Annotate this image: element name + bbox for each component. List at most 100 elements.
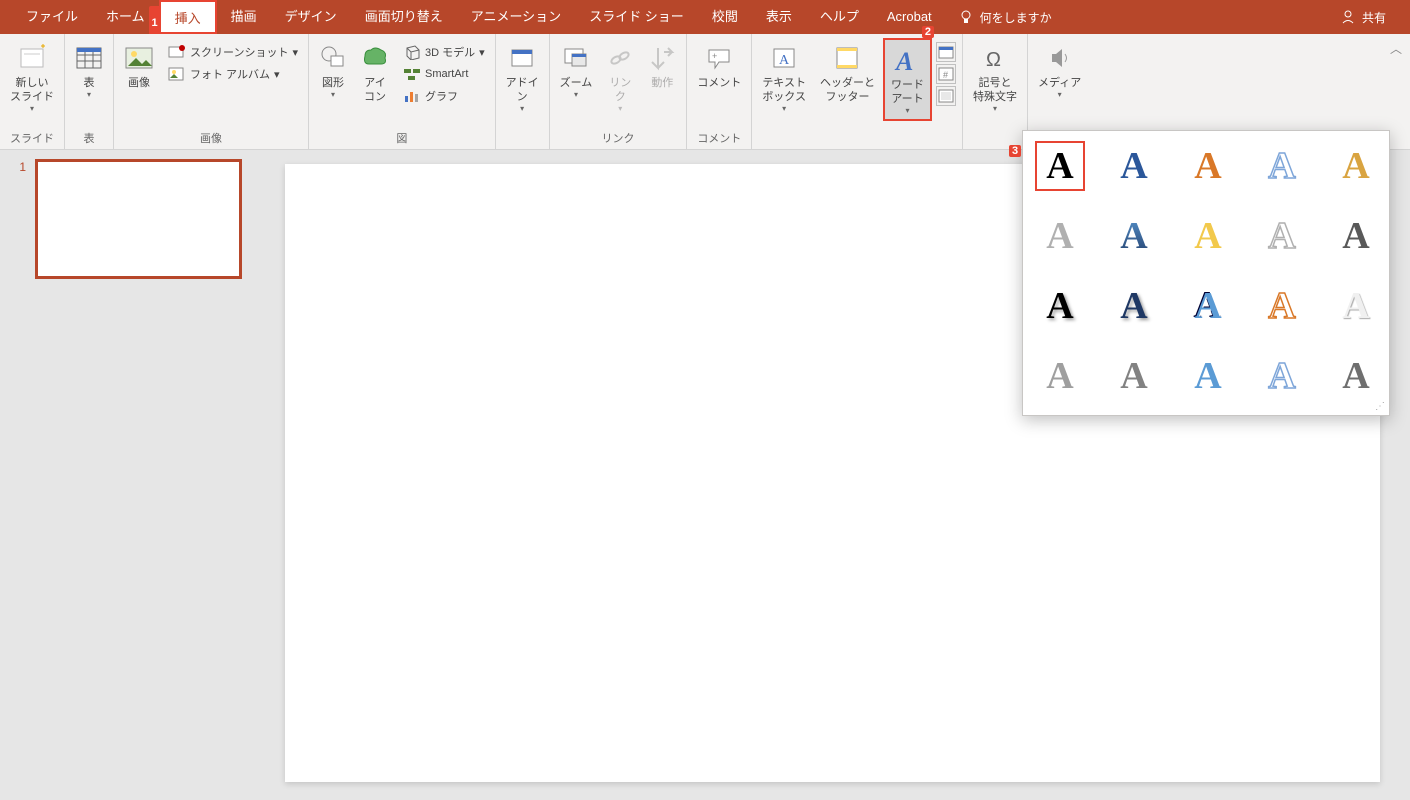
comment-label: コメント [697, 76, 741, 90]
wordart-style-2[interactable]: A [1183, 141, 1233, 191]
tab-home-label: ホーム [106, 9, 145, 24]
wordart-style-12[interactable]: A [1183, 281, 1233, 331]
action-label: 動作 [651, 76, 673, 90]
wordart-style-11[interactable]: A [1109, 281, 1159, 331]
tab-insert[interactable]: 挿入 [159, 0, 217, 34]
screenshot-icon [168, 44, 186, 60]
tab-design[interactable]: デザイン [271, 0, 351, 34]
group-addins: アドイ ン ▾ [496, 34, 550, 149]
group-links-label: リンク [601, 131, 634, 147]
group-tables-label: 表 [84, 131, 95, 147]
table-label: 表 [84, 76, 95, 90]
group-text: A テキスト ボックス ▾ ヘッダーと フッター 2 A ワード アート ▾ [752, 34, 962, 149]
3dmodel-label: 3D モデル [425, 44, 475, 60]
wordart-style-10[interactable]: A [1035, 281, 1085, 331]
group-images: 画像 スクリーンショット ▾ フォト アルバム ▾ 画像 [114, 34, 309, 149]
wordart-style-15[interactable]: A [1035, 351, 1085, 401]
collapse-ribbon-chevron-icon[interactable]: ︿ [1390, 40, 1402, 57]
wordart-style-19[interactable]: A [1331, 351, 1381, 401]
chart-button[interactable]: グラフ [399, 86, 489, 106]
wordart-style-0[interactable]: A [1035, 141, 1085, 191]
tab-view[interactable]: 表示 [752, 0, 806, 34]
group-slide-label: スライド [10, 131, 54, 147]
action-button: 動作 [642, 38, 682, 94]
slide-number-button[interactable]: # [936, 64, 956, 84]
shapes-button[interactable]: 図形 ▾ [313, 38, 353, 103]
wordart-style-6[interactable]: A [1109, 211, 1159, 261]
album-button[interactable]: フォト アルバム ▾ [164, 64, 302, 84]
svg-text:#: # [943, 70, 948, 80]
wordart-gallery: 3 AAAAAAAAAAAAAAAAAAAA ⋰ [1022, 130, 1390, 416]
object-button[interactable] [936, 86, 956, 106]
tab-slideshow[interactable]: スライド ショー [575, 0, 698, 34]
table-button[interactable]: 表 ▾ [69, 38, 109, 103]
slide-thumbnail-row[interactable]: 1 [12, 160, 253, 278]
comment-icon: + [705, 42, 733, 74]
media-label: メディア [1038, 76, 1081, 90]
3dmodel-button[interactable]: 3D モデル ▾ [399, 42, 489, 62]
smartart-button[interactable]: SmartArt [399, 64, 489, 84]
addins-button[interactable]: アドイ ン ▾ [500, 38, 545, 117]
new-slide-icon [18, 42, 46, 74]
wordart-style-18[interactable]: A [1257, 351, 1307, 401]
tab-file[interactable]: ファイル [12, 0, 92, 34]
wordart-style-7[interactable]: A [1183, 211, 1233, 261]
tellme-search[interactable]: 何をしますか [946, 9, 1064, 26]
resize-handle-icon[interactable]: ⋰ [1375, 401, 1385, 412]
smartart-icon [403, 66, 421, 82]
tab-home[interactable]: ホーム 1 [92, 0, 159, 34]
group-text-label [756, 131, 958, 147]
shapes-label: 図形 [322, 76, 344, 90]
wordart-button[interactable]: 2 A ワード アート ▾ [883, 38, 932, 121]
share-button[interactable]: 共有 [1328, 9, 1398, 26]
picture-label: 画像 [128, 76, 150, 90]
textbox-button[interactable]: A テキスト ボックス ▾ [756, 38, 812, 117]
wordart-grid: AAAAAAAAAAAAAAAAAAAA [1035, 141, 1385, 401]
wordart-style-13[interactable]: A [1257, 281, 1307, 331]
wordart-icon: A [893, 44, 921, 76]
tab-review[interactable]: 校閲 [698, 0, 752, 34]
textbox-label: テキスト ボックス [762, 76, 806, 104]
icons-button[interactable]: アイ コン [355, 38, 395, 108]
screenshot-button[interactable]: スクリーンショット ▾ [164, 42, 302, 62]
annotation-badge-2: 2 [922, 26, 934, 38]
comment-button[interactable]: + コメント [691, 38, 747, 94]
link-label: リン ク [609, 76, 631, 104]
wordart-style-16[interactable]: A [1109, 351, 1159, 401]
link-button: リン ク ▾ [600, 38, 640, 117]
smartart-label: SmartArt [425, 68, 468, 80]
wordart-style-8[interactable]: A [1257, 211, 1307, 261]
person-icon [1340, 9, 1356, 25]
group-tables: 表 ▾ 表 [65, 34, 114, 149]
table-icon [75, 42, 103, 74]
group-images-label: 画像 [200, 131, 222, 147]
tab-help[interactable]: ヘルプ [806, 0, 873, 34]
media-button[interactable]: メディア ▾ [1032, 38, 1087, 103]
headerfooter-label: ヘッダーと フッター [820, 76, 875, 104]
new-slide-button[interactable]: 新しい スライド ▾ [4, 38, 60, 117]
shapes-icon [319, 42, 347, 74]
addins-label: アドイ ン [506, 76, 539, 104]
zoom-button[interactable]: ズーム ▾ [554, 38, 599, 103]
wordart-style-4[interactable]: A [1331, 141, 1381, 191]
picture-button[interactable]: 画像 [118, 38, 160, 106]
wordart-style-17[interactable]: A [1183, 351, 1233, 401]
tab-draw[interactable]: 描画 [217, 0, 271, 34]
tab-acrobat[interactable]: Acrobat [873, 0, 946, 34]
tab-animations[interactable]: アニメーション [457, 0, 575, 34]
slide-thumbnail[interactable] [36, 160, 241, 278]
symbols-button[interactable]: Ω 記号と 特殊文字 ▾ [967, 38, 1023, 117]
date-time-button[interactable] [936, 42, 956, 62]
textbox-icon: A [770, 42, 798, 74]
group-illustrations: 図形 ▾ アイ コン 3D モデル ▾ SmartArt [309, 34, 496, 149]
wordart-style-14[interactable]: A [1331, 281, 1381, 331]
headerfooter-button[interactable]: ヘッダーと フッター [814, 38, 881, 108]
wordart-style-5[interactable]: A [1035, 211, 1085, 261]
action-icon [648, 42, 676, 74]
wordart-style-1[interactable]: A [1109, 141, 1159, 191]
wordart-style-3[interactable]: A [1257, 141, 1307, 191]
tab-transitions[interactable]: 画面切り替え [351, 0, 457, 34]
group-illus-label: 図 [396, 131, 407, 147]
zoom-icon [562, 42, 590, 74]
wordart-style-9[interactable]: A [1331, 211, 1381, 261]
